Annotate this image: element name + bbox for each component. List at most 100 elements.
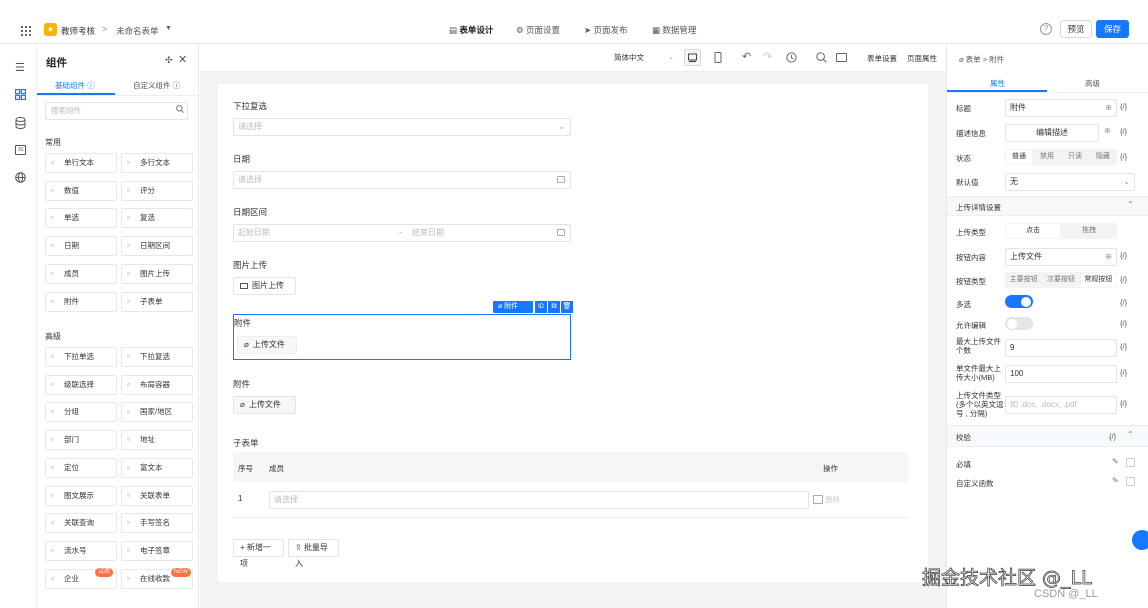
component-item[interactable]: ▫ 国家/地区 <box>121 402 193 423</box>
button-content-input[interactable]: 上传文件 ⊕ <box>1005 248 1117 266</box>
component-item[interactable]: ▫ 附件 <box>45 291 117 312</box>
segment-option[interactable]: 常规按钮 <box>1080 273 1116 287</box>
code-icon[interactable]: {/} <box>1120 298 1127 307</box>
component-item[interactable]: ▫ 评分 <box>121 180 193 201</box>
multi-toggle[interactable] <box>1005 295 1033 308</box>
component-item[interactable]: ▫ 分组 <box>45 402 117 423</box>
dropdown-multi-select[interactable]: 请选择 ⌄ <box>233 118 571 136</box>
component-item[interactable]: ▫ 数值 <box>45 180 117 201</box>
tab-3[interactable]: ➤ 页面发布 <box>584 24 628 36</box>
outline-icon[interactable]: ☰ <box>15 61 25 74</box>
tab-advanced[interactable]: 高级 <box>1085 78 1100 89</box>
close-icon[interactable]: ✕ <box>178 53 187 66</box>
component-item[interactable]: ▫ 部门 <box>45 430 117 451</box>
date-picker[interactable]: 请选择 <box>233 171 571 189</box>
component-item[interactable]: ▫ 单选 <box>45 208 117 229</box>
app-name[interactable]: 教师考核 <box>61 25 95 37</box>
undo-icon[interactable]: ↶ <box>742 50 751 63</box>
component-item[interactable]: ▫ 电子签章 <box>121 540 193 561</box>
js-code-icon[interactable]: JS <box>15 145 26 155</box>
code-icon[interactable]: {/} <box>1120 127 1127 136</box>
component-item[interactable]: ▫ 日期 <box>45 236 117 257</box>
component-item[interactable]: ▫ 手写签名 <box>121 513 193 534</box>
selected-component[interactable]: 附件 ⌀ 上传文件 <box>233 314 571 360</box>
database-icon[interactable] <box>15 117 26 129</box>
pin-icon[interactable]: ✣ <box>165 55 173 66</box>
segment-option[interactable]: 拖拽 <box>1062 224 1116 238</box>
component-item[interactable]: ▫ 关联表单 <box>121 485 193 506</box>
code-icon[interactable]: {/} <box>1120 319 1127 328</box>
add-row-button[interactable]: + 新增一项 <box>233 539 284 568</box>
attachment-upload-button[interactable]: ⌀ 上传文件 <box>233 396 296 414</box>
component-item[interactable]: ▫ 下拉复选 <box>121 347 193 367</box>
default-value-select[interactable]: 无 ⌄ <box>1005 173 1135 191</box>
upload-section-header[interactable]: 上传详情设置 ⌃ <box>947 196 1148 216</box>
floating-help-icon[interactable] <box>1132 530 1148 550</box>
component-item[interactable]: ▫ 日期区间 <box>121 236 193 257</box>
custom-func-checkbox[interactable] <box>1126 477 1135 486</box>
segment-option[interactable]: 隐藏 <box>1090 150 1116 164</box>
segment-option[interactable]: 点击 <box>1006 224 1060 238</box>
component-item[interactable]: ▫ 定位 <box>45 457 117 478</box>
tab-2[interactable]: ⚙ 页面设置 <box>516 24 560 36</box>
edit-description-button[interactable]: 编辑描述 <box>1005 124 1099 142</box>
component-item[interactable]: ▫ 复选 <box>121 208 193 229</box>
form-settings-button[interactable]: 表单设置 <box>867 53 897 64</box>
chevron-down-icon[interactable]: ▼ <box>165 25 172 32</box>
title-prop-input[interactable]: 附件 ⊕ <box>1005 99 1117 117</box>
segment-option[interactable]: 主要按钮 <box>1006 273 1041 287</box>
code-icon[interactable]: {/} <box>1120 275 1127 284</box>
preview-button[interactable]: 预览 <box>1060 20 1092 38</box>
component-item[interactable]: ▫ 关联查询 <box>45 513 117 534</box>
component-item[interactable]: ▫ 子表单 <box>121 291 193 312</box>
tab-4[interactable]: ▦ 数据管理 <box>652 24 696 36</box>
component-item[interactable]: ▫ 布局容器 <box>121 374 193 395</box>
keyboard-icon[interactable] <box>836 53 847 62</box>
image-upload-button[interactable]: 图片上传 <box>233 277 296 295</box>
code-icon[interactable]: {/} <box>1120 152 1127 161</box>
copy-icon[interactable]: ⧉ <box>548 301 560 313</box>
components-icon[interactable] <box>15 89 26 100</box>
globe-icon[interactable] <box>15 172 26 183</box>
segment-option[interactable]: 次要按钮 <box>1043 273 1078 287</box>
breadcrumb-root[interactable]: 表单 <box>966 55 981 64</box>
component-search-input[interactable]: 搜索组件 <box>45 102 188 120</box>
edit-icon[interactable]: ✎ <box>1112 457 1119 466</box>
edit-icon[interactable]: ✎ <box>1112 476 1119 485</box>
batch-import-button[interactable]: ⇪ 批量导入 <box>288 539 339 568</box>
component-item[interactable]: ▫ 单行文本 <box>45 153 117 173</box>
mobile-view-icon[interactable] <box>713 52 723 64</box>
member-picker-icon[interactable] <box>813 495 823 504</box>
component-item[interactable]: ▫ 级联选择 <box>45 374 117 395</box>
tab-1[interactable]: ▤ 表单设计 <box>449 24 493 36</box>
code-icon[interactable]: {/} <box>1120 251 1127 260</box>
segment-option[interactable]: 禁用 <box>1034 150 1060 164</box>
max-count-input[interactable]: 9 <box>1005 339 1117 357</box>
selected-upload-button[interactable]: ⌀ 上传文件 <box>237 336 297 354</box>
tab-custom-components[interactable]: 自定义组件 ⓘ <box>133 80 180 91</box>
delete-icon[interactable]: 🗑 <box>561 301 573 313</box>
allow-edit-toggle[interactable] <box>1005 317 1033 330</box>
selected-component-tag[interactable]: ⌀ 附件 <box>493 301 533 313</box>
search-icon[interactable] <box>176 105 184 113</box>
desktop-view-icon[interactable] <box>684 49 701 66</box>
code-icon[interactable]: {/} <box>1109 432 1116 441</box>
segment-option[interactable]: 只读 <box>1062 150 1088 164</box>
code-icon[interactable]: {/} <box>1120 102 1127 111</box>
component-item[interactable]: ▫ 流水号 <box>45 540 117 561</box>
code-icon[interactable]: {/} <box>1120 342 1127 351</box>
app-grid-icon[interactable] <box>20 25 32 37</box>
redo-icon[interactable]: ↷ <box>763 50 772 63</box>
form-name[interactable]: 未命名表单 <box>116 25 159 37</box>
history-icon[interactable] <box>786 52 797 63</box>
tab-basic-components[interactable]: 基础组件 ⓘ <box>55 80 95 91</box>
component-item[interactable]: ▫ 成员 <box>45 263 117 284</box>
component-item[interactable]: ▫ 图片上传 <box>121 263 193 284</box>
component-item[interactable]: ▫ 地址 <box>121 430 193 451</box>
validation-section-header[interactable]: 校验 {/} ⌃ <box>947 425 1148 447</box>
tab-properties[interactable]: 属性 <box>990 78 1005 89</box>
segment-option[interactable]: 普通 <box>1006 150 1032 164</box>
subform-member-select[interactable]: 请选择 <box>269 491 809 509</box>
id-icon[interactable]: ID <box>535 301 547 313</box>
component-item[interactable]: ▫ 多行文本 <box>121 153 193 173</box>
